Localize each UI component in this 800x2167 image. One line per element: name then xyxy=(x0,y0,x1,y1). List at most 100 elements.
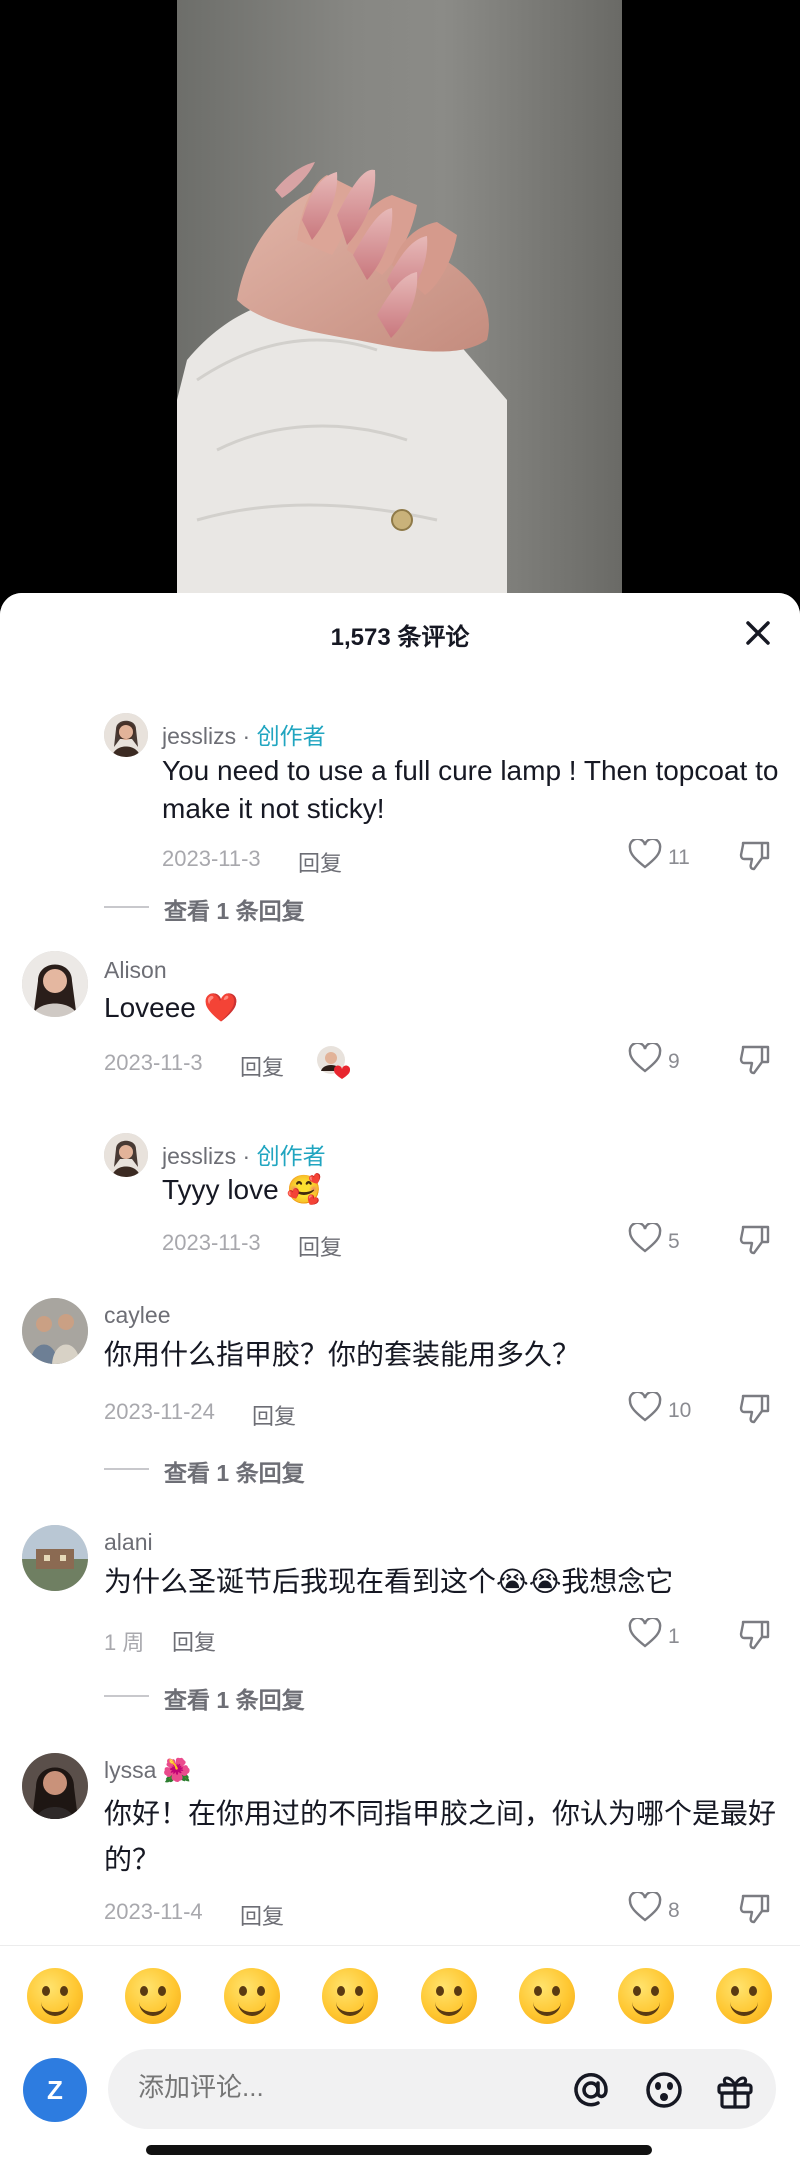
emoji-grin-button[interactable] xyxy=(27,1968,83,2024)
like-button[interactable]: 1 xyxy=(628,1616,708,1658)
view-replies-line xyxy=(104,1695,149,1697)
view-replies-button[interactable]: 查看 1 条回复 xyxy=(104,891,364,924)
reply-button[interactable]: 回复 xyxy=(240,1050,284,1082)
emoji-love-button[interactable] xyxy=(125,1968,181,2024)
like-button[interactable]: 9 xyxy=(628,1041,708,1083)
avatar[interactable] xyxy=(22,1298,88,1364)
gift-button[interactable] xyxy=(712,2067,758,2113)
comment-text: 为什么圣诞节后我现在看到这个😭😭我想念它 xyxy=(104,1566,674,1597)
username-separator: · xyxy=(236,723,257,749)
dislike-button[interactable] xyxy=(738,1618,778,1658)
like-count: 5 xyxy=(668,1230,680,1253)
like-button[interactable]: 8 xyxy=(628,1890,708,1932)
heart-icon xyxy=(628,837,662,869)
avatar-image xyxy=(104,713,148,757)
comments-header: 1,573 条评论 xyxy=(0,593,800,668)
dislike-button[interactable] xyxy=(738,1392,778,1432)
dislike-icon xyxy=(739,1894,770,1924)
comment-username[interactable]: caylee xyxy=(104,1302,170,1329)
emoji-quick-bar xyxy=(0,1945,800,2046)
comment-date: 2023-11-4 xyxy=(104,1899,203,1924)
comment-text: Tyyy love 🥰 xyxy=(162,1174,322,1205)
view-replies-button[interactable]: 查看 1 条回复 xyxy=(104,1453,364,1486)
reply-button[interactable]: 回复 xyxy=(172,1625,216,1657)
mention-button[interactable] xyxy=(568,2067,614,2113)
comments-count-title: 1,573 条评论 xyxy=(330,624,470,651)
comment-text: 你好！在你用过的不同指甲胶之间，你认为哪个是最好的？ xyxy=(104,1798,777,1875)
comment-date: 1 周 xyxy=(104,1630,145,1655)
comment-username[interactable]: alani xyxy=(104,1529,153,1556)
comment-username[interactable]: Alison xyxy=(104,957,167,984)
reply-button[interactable]: 回复 xyxy=(298,1230,342,1262)
view-replies-line xyxy=(104,906,149,908)
emoji-sweat-button[interactable] xyxy=(519,1968,575,2024)
avatar[interactable] xyxy=(104,1133,148,1177)
comment-item: caylee 你用什么指甲胶？你的套装能用多久？ 2023-11-24 回复 1… xyxy=(0,1298,800,1488)
dislike-icon xyxy=(739,1394,770,1424)
dislike-icon xyxy=(739,841,770,871)
like-button[interactable]: 10 xyxy=(628,1390,708,1432)
dislike-button[interactable] xyxy=(738,839,778,879)
avatar[interactable] xyxy=(22,951,88,1017)
avatar[interactable] xyxy=(22,1525,88,1591)
comment-date: 2023-11-3 xyxy=(162,1230,261,1255)
avatar-image xyxy=(22,1525,88,1591)
dislike-button[interactable] xyxy=(738,1043,778,1083)
emoji-relieved-button[interactable] xyxy=(716,1968,772,2024)
emoji-flushed-button[interactable] xyxy=(322,1968,378,2024)
comment-item: lyssa 🌺 你好！在你用过的不同指甲胶之间，你认为哪个是最好的？ 2023-… xyxy=(0,1753,800,1953)
like-count: 10 xyxy=(668,1399,692,1422)
close-button[interactable] xyxy=(738,613,778,653)
dislike-button[interactable] xyxy=(738,1892,778,1932)
comment-text: You need to use a full cure lamp ! Then … xyxy=(162,755,779,824)
avatar-image xyxy=(22,951,88,1017)
creator-liked-avatar xyxy=(316,1045,351,1079)
like-button[interactable]: 11 xyxy=(628,837,708,879)
creator-liked-icon xyxy=(317,1046,351,1079)
avatar-image xyxy=(22,1298,88,1364)
reply-button[interactable]: 回复 xyxy=(240,1899,284,1931)
video-frame[interactable] xyxy=(177,0,622,600)
username-text[interactable]: jesslizs xyxy=(162,723,236,749)
gift-icon xyxy=(717,2076,753,2109)
comment-item: alani 为什么圣诞节后我现在看到这个😭😭我想念它 1 周 回复 1 查看 1… xyxy=(0,1525,800,1715)
emoji-pleading-button[interactable] xyxy=(618,1968,674,2024)
home-indicator[interactable] xyxy=(146,2145,652,2155)
dislike-button[interactable] xyxy=(738,1223,778,1263)
reply-button[interactable]: 回复 xyxy=(298,846,342,878)
comment-date: 2023-11-3 xyxy=(104,1050,203,1075)
username-text[interactable]: jesslizs xyxy=(162,1143,236,1169)
view-replies-line xyxy=(104,1468,149,1470)
reply-item: jesslizs · 创作者 Tyyy love 🥰 2023-11-3 回复 … xyxy=(0,1133,800,1263)
like-count: 1 xyxy=(668,1625,680,1648)
heart-icon xyxy=(628,1041,662,1073)
emoji-icon xyxy=(646,2072,682,2108)
creator-badge: 创作者 xyxy=(256,1143,326,1169)
avatar[interactable] xyxy=(22,1753,88,1819)
mention-icon xyxy=(574,2073,608,2107)
emoji-laugh-button[interactable] xyxy=(224,1968,280,2024)
reply-button[interactable]: 回复 xyxy=(252,1399,296,1431)
avatar[interactable] xyxy=(104,713,148,757)
dislike-icon xyxy=(739,1045,770,1075)
comments-list[interactable]: 2023-11-3 回复 10 jesslizs · 创作者 You need … xyxy=(0,653,800,2043)
video-thumbnail-nails xyxy=(177,162,507,600)
like-count: 9 xyxy=(668,1050,680,1073)
view-replies-button[interactable]: 查看 1 条回复 xyxy=(104,1680,364,1713)
avatar-image xyxy=(22,1753,88,1819)
my-avatar[interactable]: Z xyxy=(23,2058,87,2122)
like-count: 11 xyxy=(668,846,690,869)
dislike-icon xyxy=(739,1225,770,1255)
comment-input[interactable] xyxy=(136,2071,520,2104)
like-button[interactable]: 5 xyxy=(628,1221,708,1263)
comment-username[interactable]: lyssa 🌺 xyxy=(104,1757,191,1784)
like-count: 8 xyxy=(668,1899,680,1922)
comment-input-box[interactable] xyxy=(108,2049,776,2129)
comment-item: Alison Loveee ❤️ 2023-11-3 回复 9 xyxy=(0,951,800,1101)
emoji-picker-button[interactable] xyxy=(641,2067,687,2113)
view-replies-text: 查看 1 条回复 xyxy=(164,1460,305,1486)
video-player[interactable] xyxy=(0,0,800,600)
creator-badge: 创作者 xyxy=(256,723,326,749)
emoji-smirk-button[interactable] xyxy=(421,1968,477,2024)
comment-input-row: Z xyxy=(0,2045,800,2135)
